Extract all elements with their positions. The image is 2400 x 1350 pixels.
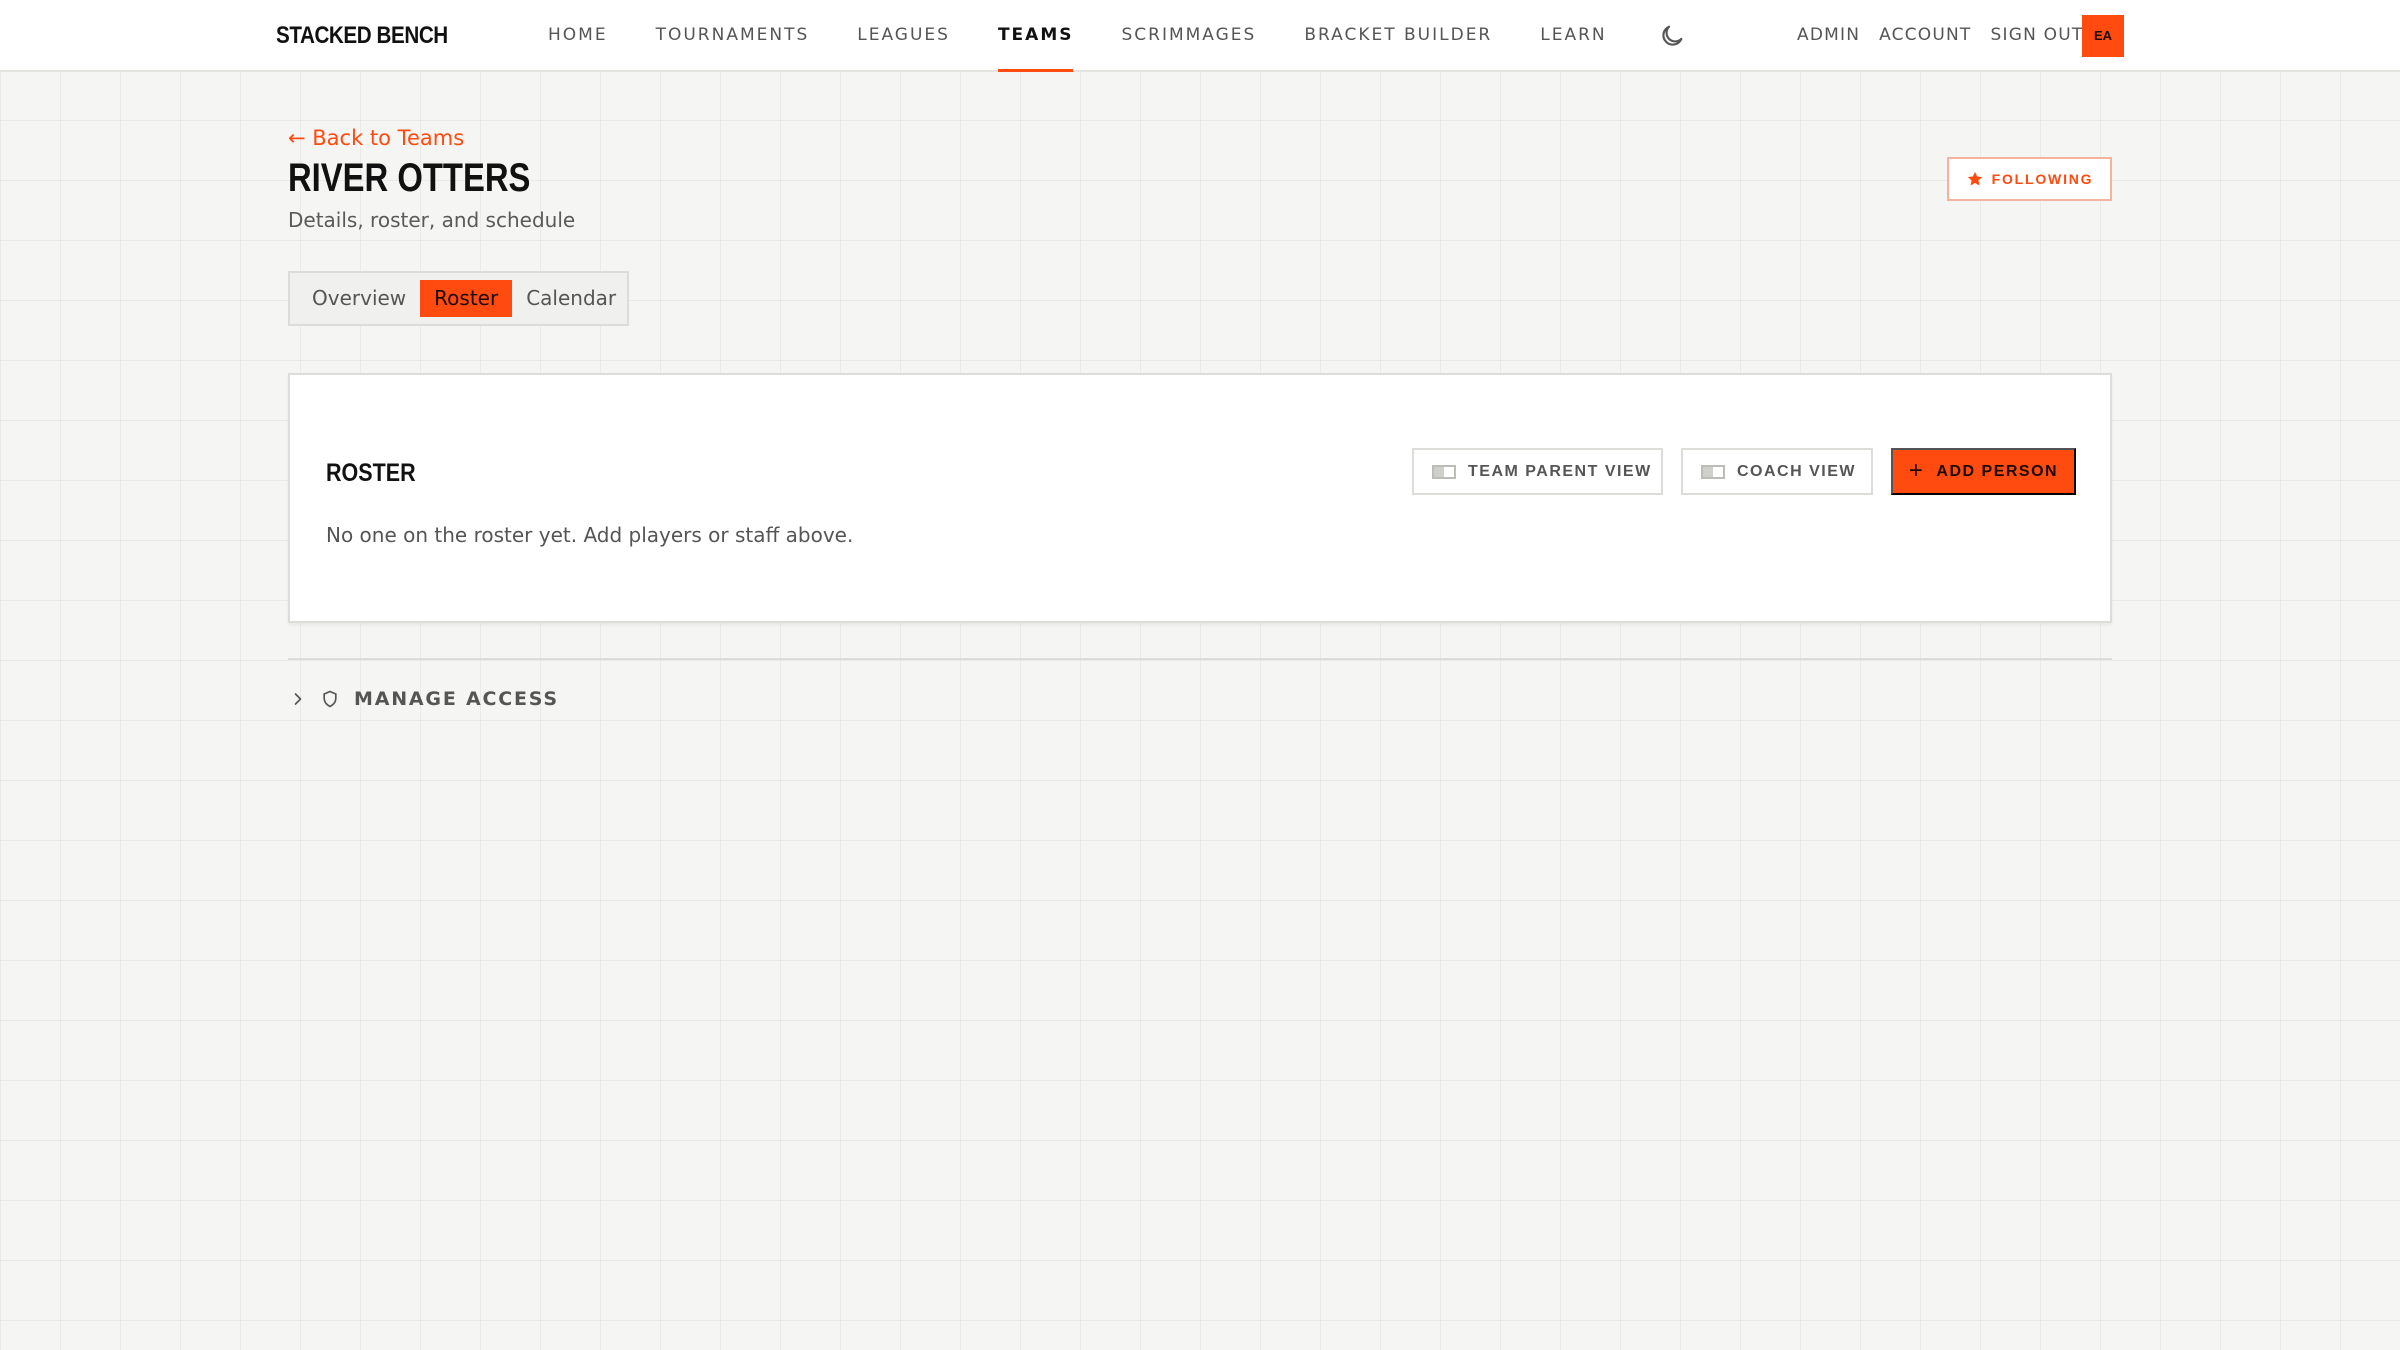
manage-access-toggle[interactable]: MANAGE ACCESS	[288, 684, 559, 714]
team-parent-view-label: TEAM PARENT VIEW	[1468, 462, 1652, 480]
tab-calendar[interactable]: Calendar	[512, 280, 630, 317]
add-person-button[interactable]: + ADD PERSON	[1891, 448, 2076, 495]
roster-card: ROSTER TEAM PARENT VIEW COACH VIEW + ADD…	[288, 373, 2112, 623]
plus-icon: +	[1908, 456, 1925, 484]
tab-roster[interactable]: Roster	[420, 280, 513, 317]
roster-empty-message: No one on the roster yet. Add players or…	[326, 523, 854, 547]
roster-title: ROSTER	[326, 459, 416, 487]
page-title: RIVER OTTERS	[288, 156, 531, 200]
coach-view-button[interactable]: COACH VIEW	[1681, 448, 1873, 495]
brand-logo[interactable]: STACKED BENCH	[276, 22, 448, 50]
nav-tournaments[interactable]: TOURNAMENTS	[656, 0, 810, 72]
top-nav: STACKED BENCH HOME TOURNAMENTS LEAGUES T…	[0, 0, 2400, 72]
toggle-icon	[1701, 464, 1725, 479]
coach-view-label: COACH VIEW	[1737, 462, 1856, 480]
team-tabs: Overview Roster Calendar	[288, 271, 629, 326]
nav-admin[interactable]: ADMIN	[1797, 0, 1860, 72]
following-label: FOLLOWING	[1991, 171, 2094, 187]
shield-icon	[320, 688, 340, 710]
star-icon	[1966, 170, 1984, 188]
section-divider	[288, 658, 2112, 660]
nav-sign-out[interactable]: SIGN OUT	[1991, 0, 2084, 72]
avatar[interactable]: EA	[2082, 15, 2124, 57]
nav-account[interactable]: ACCOUNT	[1879, 0, 1971, 72]
account-nav: ADMIN ACCOUNT SIGN OUT	[1797, 0, 2102, 72]
nav-bracket-builder[interactable]: BRACKET BUILDER	[1304, 0, 1492, 72]
following-button[interactable]: FOLLOWING	[1947, 157, 2112, 201]
add-person-label: ADD PERSON	[1936, 462, 2059, 480]
moon-icon[interactable]	[1658, 22, 1686, 50]
nav-leagues[interactable]: LEAGUES	[857, 0, 950, 72]
chevron-right-icon	[288, 689, 308, 709]
toggle-icon	[1432, 464, 1456, 479]
back-to-teams-link[interactable]: ← Back to Teams	[288, 126, 464, 150]
manage-access-label: MANAGE ACCESS	[354, 688, 559, 710]
team-parent-view-button[interactable]: TEAM PARENT VIEW	[1412, 448, 1663, 495]
nav-home[interactable]: HOME	[548, 0, 608, 72]
nav-teams[interactable]: TEAMS	[997, 0, 1074, 72]
page-subtitle: Details, roster, and schedule	[288, 208, 576, 232]
main-nav: HOME TOURNAMENTS LEAGUES TEAMS SCRIMMAGE…	[548, 0, 1655, 72]
tab-overview[interactable]: Overview	[298, 280, 420, 317]
nav-scrimmages[interactable]: SCRIMMAGES	[1121, 0, 1256, 72]
nav-learn[interactable]: LEARN	[1540, 0, 1606, 72]
